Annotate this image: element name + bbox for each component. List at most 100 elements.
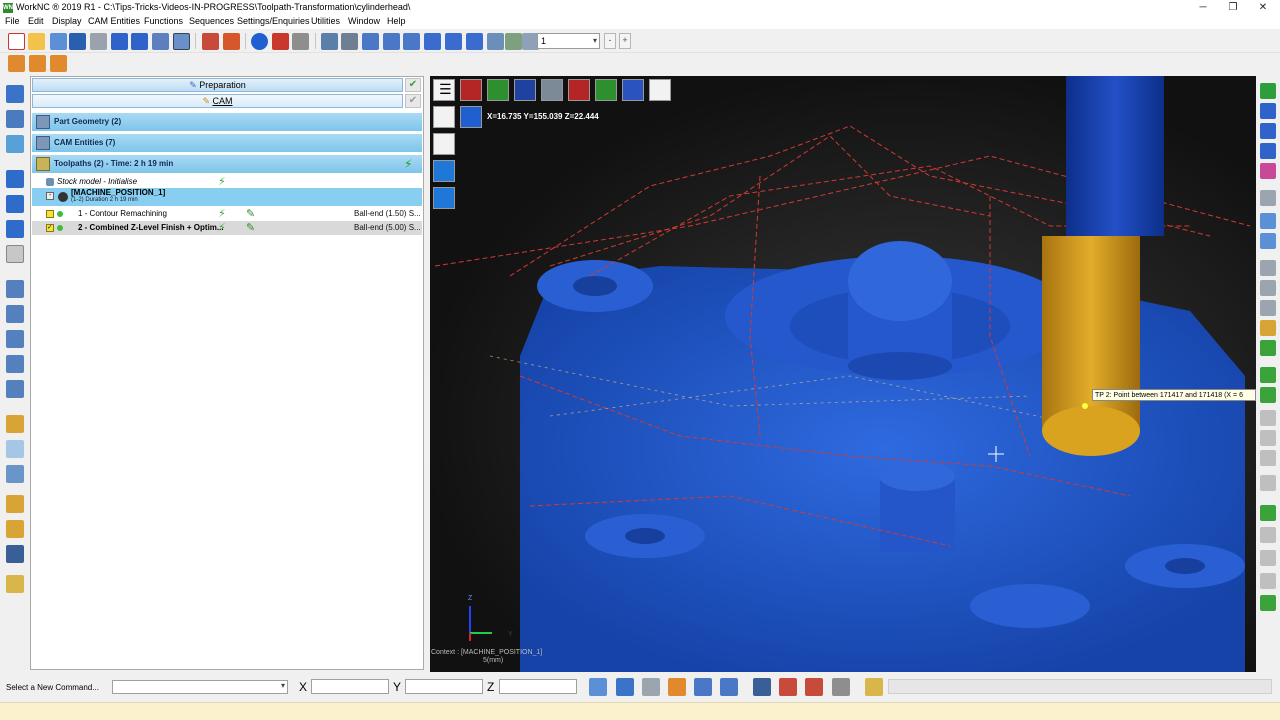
layer-a-icon[interactable] <box>1260 213 1276 229</box>
view-grey-icon[interactable] <box>541 79 563 101</box>
snap-point-icon[interactable] <box>616 678 634 696</box>
toolpath-cursor-icon[interactable] <box>50 55 67 72</box>
restore-icon[interactable]: ❐ <box>1218 0 1248 15</box>
y-field[interactable] <box>405 679 483 694</box>
tp-d-icon[interactable] <box>1260 430 1276 446</box>
s-tool-icon[interactable] <box>6 280 24 298</box>
view-menu-button[interactable]: ☰ <box>433 79 455 101</box>
machine-position-row[interactable]: - [MACHINE_POSITION_1] (1-2) Duration 2 … <box>32 188 422 206</box>
sim-red-icon[interactable] <box>779 678 797 696</box>
cube-magenta-icon[interactable] <box>1260 163 1276 179</box>
view-box-icon[interactable] <box>433 133 455 155</box>
stock-icon[interactable] <box>6 245 24 263</box>
toolpath-row[interactable]: ✓ 2 - Combined Z-Level Finish + Optim...… <box>32 221 422 235</box>
print-icon[interactable] <box>90 33 107 50</box>
tab-cam[interactable]: ✎ CAM <box>32 94 403 108</box>
undo-icon[interactable] <box>111 33 128 50</box>
view-search-icon[interactable] <box>649 79 671 101</box>
filter-c-icon[interactable] <box>1260 300 1276 316</box>
camera-icon[interactable] <box>292 33 309 50</box>
layer-b-icon[interactable] <box>1260 233 1276 249</box>
cube-icon[interactable] <box>272 33 289 50</box>
filter-a-icon[interactable] <box>1260 260 1276 276</box>
tp-h-icon[interactable] <box>1260 527 1276 543</box>
tp-f-icon[interactable] <box>1260 475 1276 491</box>
save-icon[interactable] <box>69 33 86 50</box>
drill-icon[interactable] <box>6 415 24 433</box>
redo-icon[interactable] <box>131 33 148 50</box>
menu-display[interactable]: Display <box>52 16 82 26</box>
level-up-button[interactable]: + <box>619 33 631 49</box>
pencil-icon[interactable]: ✎ <box>246 221 255 235</box>
view-blue-icon[interactable] <box>514 79 536 101</box>
filter-icon[interactable] <box>505 33 522 50</box>
tp-e-icon[interactable] <box>1260 450 1276 466</box>
menu-window[interactable]: Window <box>348 16 380 26</box>
view-green-icon[interactable] <box>487 79 509 101</box>
menu-sequences[interactable]: Sequences <box>189 16 234 26</box>
tp-a-icon[interactable] <box>1260 367 1276 383</box>
save-as-icon[interactable] <box>50 33 67 50</box>
collapse-icon[interactable]: - <box>46 192 54 200</box>
level-select[interactable]: 1 ▾ <box>537 33 600 49</box>
workzone-tool-icon[interactable] <box>6 85 24 103</box>
h-tool-icon[interactable] <box>6 305 24 323</box>
menu-settings-enquiries[interactable]: Settings/Enquiries <box>237 16 310 26</box>
grid-icon[interactable] <box>152 33 169 50</box>
view-blue-layer-icon[interactable] <box>622 79 644 101</box>
cube-top-icon[interactable] <box>1260 103 1276 119</box>
close-icon[interactable]: ✕ <box>1248 0 1278 15</box>
preparation-check-icon[interactable]: ✔ <box>405 78 421 92</box>
minimize-icon[interactable]: ─ <box>1188 0 1218 15</box>
group-part-geometry[interactable]: Part Geometry (2) <box>32 113 422 131</box>
view-shaded-icon[interactable] <box>433 160 455 182</box>
menu-utilities[interactable]: Utilities <box>311 16 340 26</box>
finishing-icon[interactable] <box>6 220 24 238</box>
view-wire-icon[interactable] <box>433 106 455 128</box>
measure-icon[interactable] <box>642 678 660 696</box>
tp-k-icon[interactable] <box>1260 595 1276 611</box>
roughing-icon[interactable] <box>6 170 24 188</box>
tp-b-icon[interactable] <box>1260 387 1276 403</box>
sim-blue-icon[interactable] <box>805 678 823 696</box>
a-tool-icon[interactable] <box>6 355 24 373</box>
machine-icon[interactable] <box>753 678 771 696</box>
menu-file[interactable]: File <box>5 16 20 26</box>
pick-icon[interactable] <box>589 678 607 696</box>
refresh-icon[interactable] <box>466 33 483 50</box>
zoom-icon[interactable] <box>362 33 379 50</box>
r-tool-icon[interactable] <box>6 330 24 348</box>
menu-help[interactable]: Help <box>387 16 406 26</box>
machine-icon[interactable] <box>6 135 24 153</box>
view-red2-icon[interactable] <box>568 79 590 101</box>
view-icon[interactable] <box>1260 83 1276 99</box>
menu-edit[interactable]: Edit <box>28 16 44 26</box>
z-field[interactable] <box>499 679 577 694</box>
machine-sim-icon[interactable] <box>6 545 24 563</box>
command-input[interactable]: ▾ <box>112 680 288 694</box>
axis-icon[interactable] <box>223 33 240 50</box>
open-icon[interactable] <box>28 33 45 50</box>
view-iso-icon[interactable] <box>433 187 455 209</box>
x-field[interactable] <box>311 679 389 694</box>
axis-xy-icon[interactable] <box>460 106 482 128</box>
tp-j-icon[interactable] <box>1260 573 1276 589</box>
report-icon[interactable] <box>6 495 24 513</box>
eraser-icon[interactable] <box>1260 190 1276 206</box>
lightning-icon[interactable]: ⚡ <box>404 155 412 173</box>
filter-b-icon[interactable] <box>1260 280 1276 296</box>
pencil-icon[interactable]: ✎ <box>246 207 255 221</box>
tp-i-icon[interactable] <box>1260 550 1276 566</box>
pan-icon[interactable] <box>403 33 420 50</box>
toolpath-row[interactable]: 1 - Contour Remachining ⚡ ✎ Ball-end (1.… <box>32 207 422 221</box>
panel-icon[interactable] <box>173 33 190 50</box>
sim-icon[interactable] <box>6 520 24 538</box>
tp-c-icon[interactable] <box>1260 410 1276 426</box>
cube-side-icon[interactable] <box>1260 143 1276 159</box>
transform-icon[interactable] <box>720 678 738 696</box>
3d-viewport[interactable]: Z Y <box>430 76 1256 672</box>
edit-toolpath-icon[interactable] <box>694 678 712 696</box>
cube-front-icon[interactable] <box>1260 123 1276 139</box>
toolpath-select-icon[interactable] <box>668 678 686 696</box>
tp-g-icon[interactable] <box>1260 505 1276 521</box>
